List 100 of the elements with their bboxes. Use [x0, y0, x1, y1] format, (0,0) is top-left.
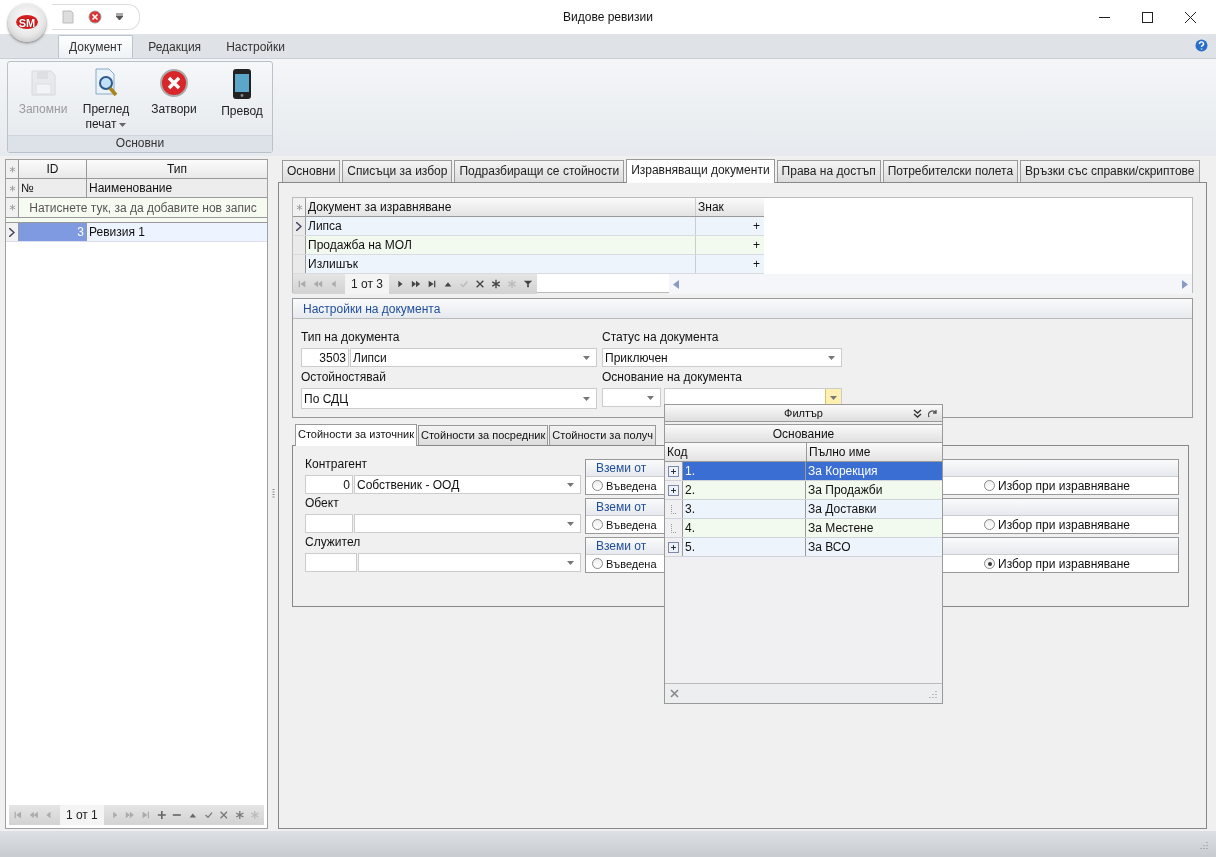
- app-logo[interactable]: SM: [8, 4, 46, 42]
- save-icon[interactable]: [62, 10, 74, 24]
- record-counter: 1 от 1: [59, 805, 104, 825]
- table-cell-text: +: [752, 237, 761, 254]
- checkmark-icon[interactable]: [203, 810, 214, 820]
- checkmark-icon[interactable]: [458, 279, 469, 289]
- ribbon-tab[interactable]: Документ: [58, 35, 134, 58]
- tab[interactable]: Потребителски полета: [882, 160, 1019, 182]
- code-field[interactable]: 3503: [301, 348, 349, 367]
- field-label: Основание на документа: [602, 369, 744, 385]
- code-field[interactable]: 0: [305, 475, 353, 494]
- value-dropdown[interactable]: [354, 514, 581, 533]
- ribbon-button[interactable]: Преглед печат: [74, 66, 138, 134]
- column-header[interactable]: Код: [665, 443, 807, 461]
- status-dropdown[interactable]: Приключен: [602, 348, 842, 367]
- basis-code-dropdown[interactable]: [602, 388, 661, 407]
- tab[interactable]: Стойности за източник: [295, 424, 417, 446]
- radio-option[interactable]: Избор при изравняване: [984, 478, 1131, 493]
- table-cell-text: За Продажби: [807, 482, 884, 499]
- row-indicator-icon: [296, 221, 302, 231]
- radio-option[interactable]: Избор при изравняване: [984, 517, 1131, 532]
- close-icon[interactable]: [1185, 11, 1196, 23]
- filter-cell[interactable]: №: [19, 179, 87, 197]
- radio-option[interactable]: Въведена: [592, 479, 657, 492]
- skip-back-icon[interactable]: [297, 279, 307, 289]
- resize-grip-icon[interactable]: [1199, 839, 1208, 849]
- triangle-left-icon[interactable]: [329, 279, 339, 289]
- valuation-dropdown[interactable]: По СДЦ: [301, 388, 597, 409]
- dropdown-row[interactable]: 5. За ВСО: [665, 538, 942, 557]
- tab[interactable]: Стойности за посредник: [418, 425, 549, 445]
- funnel-icon[interactable]: [522, 279, 533, 289]
- row-selector[interactable]: [6, 223, 19, 241]
- group-label: Основни: [8, 135, 272, 152]
- field-label: Тип на документа: [301, 329, 401, 345]
- ribbon-button[interactable]: Превод: [210, 66, 274, 121]
- filter-bar[interactable]: Филтър: [665, 405, 942, 422]
- rewind-icon[interactable]: [28, 810, 39, 820]
- tab[interactable]: Права на достъп: [776, 160, 881, 182]
- double-chevron-down-icon[interactable]: [913, 408, 922, 418]
- radio-option[interactable]: Въведена: [592, 518, 657, 531]
- tab[interactable]: Подразбиращи се стойности: [454, 160, 625, 182]
- table-cell: Липса: [306, 217, 696, 235]
- cross-icon[interactable]: [474, 279, 485, 289]
- radio-option[interactable]: Въведена: [592, 557, 657, 570]
- button-label: Превод: [220, 104, 264, 119]
- expand-plus-icon[interactable]: [668, 541, 679, 553]
- help-icon[interactable]: [1195, 39, 1208, 52]
- triangle-left-icon[interactable]: [672, 279, 679, 289]
- customize-caret-icon[interactable]: [116, 13, 123, 21]
- code-field[interactable]: [305, 514, 353, 533]
- caret-icon: [567, 521, 574, 526]
- dropdown-row[interactable]: 3. За Доставки: [665, 500, 942, 519]
- value-dropdown[interactable]: Собственик - ООД: [354, 475, 581, 494]
- group-title: Настройки на документа: [293, 299, 1192, 319]
- band-header: Основание: [665, 424, 942, 443]
- window-title: Видове ревизии: [563, 10, 653, 24]
- field-label: Контрагент: [305, 456, 369, 472]
- ribbon-button[interactable]: Затвори: [142, 66, 206, 119]
- asterisk-icon[interactable]: [490, 279, 501, 289]
- type-dropdown[interactable]: Липси: [350, 348, 597, 367]
- code-field[interactable]: [305, 553, 357, 572]
- ribbon-tab[interactable]: Настройки: [216, 36, 295, 58]
- fast-forward-icon[interactable]: [410, 279, 421, 289]
- cross-icon[interactable]: [219, 810, 229, 820]
- table-cell: Продажба на МОЛ: [306, 236, 696, 254]
- splitter-grip-icon[interactable]: [271, 488, 275, 500]
- caret-icon: [567, 560, 574, 565]
- row-selector[interactable]: [293, 217, 306, 235]
- tab[interactable]: Стойности за получ: [549, 425, 657, 445]
- skip-back-icon[interactable]: [13, 810, 23, 820]
- dropdown-row[interactable]: 1. За Корекция: [665, 462, 942, 481]
- ribbon-tab[interactable]: Редакция: [138, 36, 212, 58]
- table-cell-text: За Местене: [807, 520, 875, 537]
- redo-arrow-icon[interactable]: [928, 408, 938, 418]
- column-header[interactable]: Документ за изравняване: [306, 198, 696, 216]
- table-cell: 4.: [683, 519, 806, 537]
- expand-plus-icon[interactable]: [668, 484, 679, 496]
- table-cell: Ревизия 1: [87, 223, 267, 241]
- dropdown-row[interactable]: 2. За Продажби: [665, 481, 942, 500]
- row-indicator-icon: [9, 227, 15, 237]
- expand-plus-icon[interactable]: [668, 465, 679, 477]
- value-dropdown[interactable]: [358, 553, 581, 572]
- resize-grip-icon[interactable]: [928, 689, 937, 698]
- asterisk-icon[interactable]: [234, 810, 245, 820]
- horizontal-scrollbar[interactable]: [668, 274, 1192, 294]
- skip-forward-icon[interactable]: [426, 279, 437, 289]
- dropdown-row[interactable]: 4. За Местене: [665, 519, 942, 538]
- plus-icon[interactable]: [156, 810, 167, 820]
- field-label: Статус на документа: [602, 329, 720, 345]
- tab[interactable]: Основни: [282, 160, 341, 182]
- tab[interactable]: Изравняващи документи: [626, 159, 775, 183]
- maximize-icon[interactable]: [1142, 11, 1153, 23]
- radio-option[interactable]: Избор при изравняване: [984, 556, 1131, 571]
- button-label: Запомни: [17, 102, 69, 117]
- tab[interactable]: Списъци за избор: [342, 160, 453, 182]
- rewind-icon[interactable]: [313, 279, 323, 289]
- column-header[interactable]: ID: [19, 160, 87, 178]
- table-cell: Излишък: [306, 255, 696, 273]
- column-header[interactable]: Пълно име: [807, 443, 942, 461]
- tab[interactable]: Връзки със справки/скриптове: [1020, 160, 1200, 182]
